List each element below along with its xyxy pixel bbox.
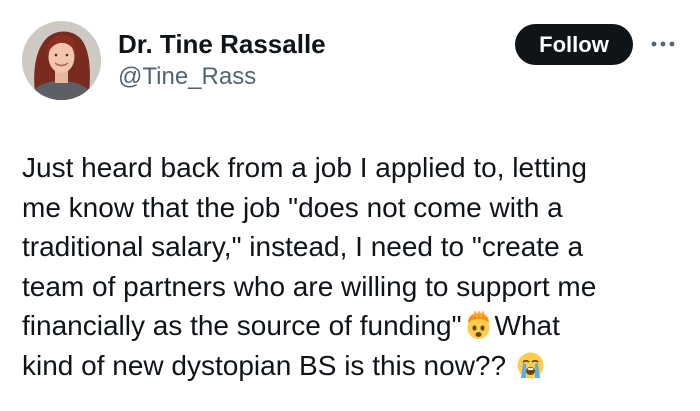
tweet-text-line: team of partners who are willing to supp…	[22, 270, 597, 302]
author-display-name[interactable]: Dr. Tine Rassalle	[118, 27, 326, 61]
tweet-text-line: financially as the source of funding" Wh…	[22, 306, 687, 346]
tweet-text-segment: kind of new dystopian BS is this now??	[22, 349, 507, 381]
loudly-crying-face-emoji	[516, 351, 545, 380]
tweet: Dr. Tine Rassalle @Tine_Rass Follow Just…	[0, 0, 700, 411]
more-horizontal-icon	[651, 41, 675, 47]
author-handle[interactable]: @Tine_Rass	[118, 61, 326, 93]
avatar-image	[22, 21, 101, 100]
more-options-button[interactable]	[648, 34, 678, 54]
avatar[interactable]	[22, 21, 101, 100]
tweet-text: Just heard back from a job I applied to,…	[22, 148, 687, 385]
tweet-text-line: traditional salary," instead, I need to …	[22, 231, 584, 262]
tweet-text-line: Just heard back from a job I applied to,…	[22, 152, 587, 183]
author-info: Dr. Tine Rassalle @Tine_Rass	[118, 27, 326, 93]
tweet-text-line: kind of new dystopian BS is this now??	[22, 346, 687, 386]
exploding-head-emoji	[464, 311, 493, 340]
tweet-text-line: me know that the job "does not come with…	[22, 191, 563, 223]
tweet-text-segment: What	[494, 310, 560, 341]
follow-button[interactable]: Follow	[515, 24, 633, 65]
tweet-text-segment: financially as the source of funding"	[22, 310, 462, 341]
